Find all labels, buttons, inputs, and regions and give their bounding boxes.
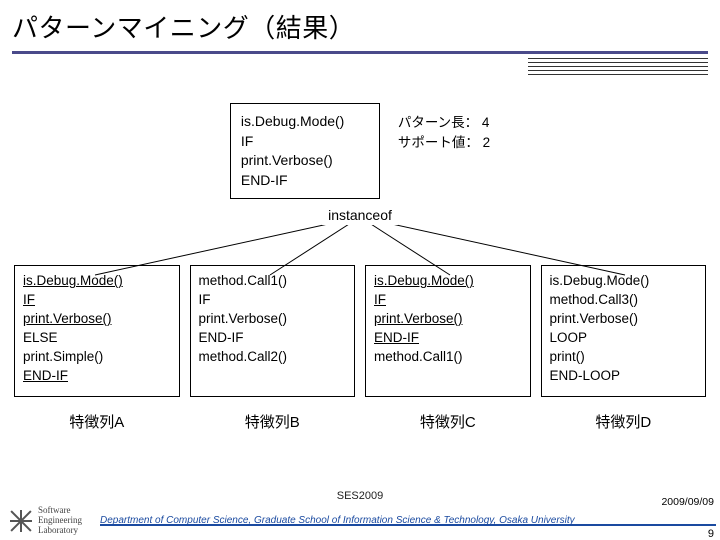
code-line: IF [199,291,347,310]
code-line: print.Verbose() [23,310,171,329]
feature-col-c: is.Debug.Mode() IF print.Verbose() END-I… [365,265,531,432]
code-line: END-IF [374,329,522,348]
code-line: IF [374,291,522,310]
page-number: 9 [708,528,714,540]
code-line: print.Simple() [23,348,171,367]
code-line: print.Verbose() [550,310,698,329]
footer-date: 2009/09/09 [661,496,714,508]
slide-footer: SES2009 2009/09/09 Department of Compute… [0,490,720,540]
code-line: END-IF [241,171,369,191]
code-line: END-IF [23,367,171,386]
title-underline [12,51,708,75]
col-label-d: 特徴列D [595,411,651,432]
pattern-meta: パターン長： 4 サポート値： 2 [398,103,490,154]
code-line: print.Verbose() [199,310,347,329]
col-label-c: 特徴列C [420,411,476,432]
connector-lines [0,217,720,287]
lab-logo-text: Software Engineering Laboratory [38,506,82,536]
meta-line: サポート値： 2 [398,133,490,153]
code-line: END-LOOP [550,367,698,386]
pattern-code-box: is.Debug.Mode() IF print.Verbose() END-I… [230,103,380,199]
slide-title: パターンマイニング（結果） [0,0,720,49]
code-line: method.Call1() [374,348,522,367]
lab-logo: Software Engineering Laboratory [10,506,82,536]
conference-label: SES2009 [0,490,720,502]
code-line: IF [241,132,369,152]
code-line: is.Debug.Mode() [241,112,369,132]
lab-logo-icon [10,510,32,532]
code-line: print() [550,348,698,367]
instanceof-section: instanceof [0,205,720,225]
code-line: ELSE [23,329,171,348]
code-line: print.Verbose() [374,310,522,329]
code-line: method.Call3() [550,291,698,310]
code-line: LOOP [550,329,698,348]
code-line: IF [23,291,171,310]
feature-col-d: is.Debug.Mode() method.Call3() print.Ver… [541,265,707,432]
footer-separator [100,524,716,526]
col-label-b: 特徴列B [245,411,300,432]
feature-col-b: method.Call1() IF print.Verbose() END-IF… [190,265,356,432]
col-label-a: 特徴列A [69,411,124,432]
code-line: method.Call2() [199,348,347,367]
feature-col-a: is.Debug.Mode() IF print.Verbose() ELSE … [14,265,180,432]
instanceof-label: instanceof [322,205,398,225]
code-line: END-IF [199,329,347,348]
pattern-row: is.Debug.Mode() IF print.Verbose() END-I… [0,103,720,199]
code-line: print.Verbose() [241,151,369,171]
meta-line: パターン長： 4 [398,113,490,133]
